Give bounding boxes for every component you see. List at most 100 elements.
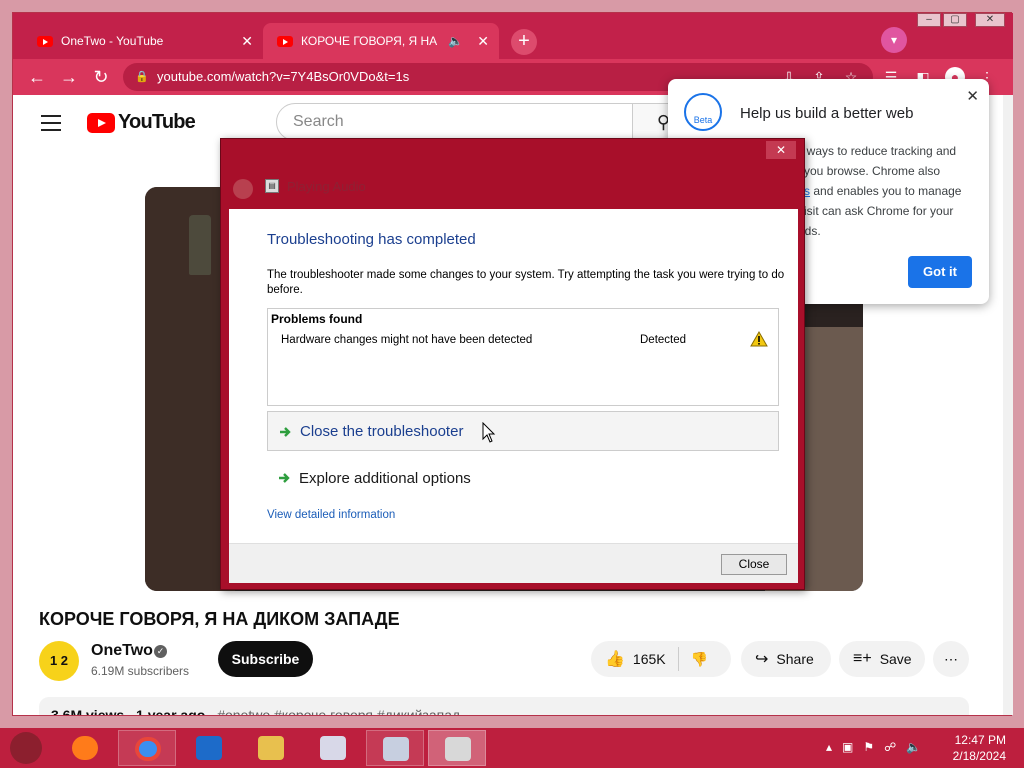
clock-time: 12:47 PM: [954, 733, 1006, 747]
youtube-favicon-icon: [277, 35, 293, 47]
troubleshooter-dialog: ✕ ▤ Playing Audio Troubleshooting has co…: [220, 138, 805, 590]
new-tab-button[interactable]: +: [511, 29, 537, 55]
chrome-taskbar-icon[interactable]: [118, 730, 176, 766]
hashtags[interactable]: #onetwo #короче говоря #дикийзапад: [217, 707, 460, 715]
resource-monitor-taskbar-icon[interactable]: [366, 730, 424, 766]
problem-description: Hardware changes might not have been det…: [281, 334, 533, 346]
dialog-caption: Playing Audio: [287, 179, 366, 194]
page-scrollbar[interactable]: [1003, 95, 1013, 715]
problems-list: Problems found Hardware changes might no…: [267, 308, 779, 406]
subscriber-count: 6.19M subscribers: [91, 664, 190, 678]
more-actions-button[interactable]: ⋯: [933, 641, 969, 677]
tab-onetwo[interactable]: OneTwo - YouTube ✕: [23, 23, 263, 59]
thumbs-up-icon[interactable]: 👍: [605, 649, 625, 669]
tab-close-icon[interactable]: ✕: [241, 33, 253, 50]
troubleshooter-taskbar-icon[interactable]: [428, 730, 486, 766]
video-title: КОРОЧЕ ГОВОРЯ, Я НА ДИКОМ ЗАПАДЕ: [39, 609, 400, 629]
window-close-button[interactable]: ✕: [975, 13, 1005, 27]
search-input[interactable]: Search: [276, 103, 633, 141]
monitor-chart-icon: [383, 737, 409, 761]
like-dislike-group: 👍 165K 👎: [591, 641, 731, 677]
back-arrow-icon[interactable]: [233, 179, 253, 199]
close-icon[interactable]: ✕: [966, 87, 979, 105]
dialog-close-icon[interactable]: ✕: [766, 141, 796, 159]
like-count[interactable]: 165K: [633, 651, 666, 667]
like-divider: [677, 647, 679, 671]
firefox-taskbar-icon[interactable]: [56, 730, 114, 766]
view-count: 3.6M views: [51, 707, 125, 715]
save-button[interactable]: ≡+ Save: [839, 641, 925, 677]
channel-name[interactable]: OneTwo: [91, 642, 153, 660]
youtube-play-icon: [87, 112, 115, 133]
clock[interactable]: 12:47 PM 2/18/2024: [953, 732, 1006, 764]
description-box[interactable]: 3.6M views 1 year ago #onetwo #короче го…: [39, 697, 969, 715]
system-tray: ▴ ▣ ⚑ ☍ 🔈: [826, 740, 921, 754]
beta-flask-icon: Beta: [684, 93, 722, 131]
troubleshooter-icon: [445, 737, 471, 761]
view-details-link[interactable]: View detailed information: [267, 509, 395, 521]
network-icon[interactable]: ☍: [884, 740, 896, 754]
popup-title: Help us build a better web: [740, 105, 914, 122]
dialog-footer: Close: [229, 543, 798, 583]
minimize-button[interactable]: –: [917, 13, 941, 27]
green-arrow-icon: [280, 427, 291, 437]
dialog-message: The troubleshooter made some changes to …: [267, 269, 785, 296]
close-troubleshooter-link[interactable]: Close the troubleshooter: [267, 411, 779, 451]
tab-strip: OneTwo - YouTube ✕ КОРОЧЕ ГОВОРЯ, Я НА Д…: [13, 13, 1013, 59]
reload-icon[interactable]: ↻: [89, 65, 113, 89]
more-horizontal-icon: ⋯: [944, 650, 958, 667]
tab-video[interactable]: КОРОЧЕ ГОВОРЯ, Я НА ДИК 🔈 ✕: [263, 23, 499, 59]
popup-body-line-2: as you browse. Chrome also: [788, 164, 941, 178]
dialog-content: Troubleshooting has completed The troubl…: [229, 209, 798, 543]
youtube-logo[interactable]: YouTube: [87, 111, 196, 134]
share-arrow-icon: ↪: [755, 651, 769, 668]
clock-date: 2/18/2024: [952, 749, 1006, 763]
explore-options-label: Explore additional options: [299, 469, 471, 487]
thumbs-down-icon[interactable]: 👎: [691, 651, 708, 668]
close-troubleshooter-label: Close the troubleshooter: [300, 422, 464, 440]
youtube-logo-text: YouTube: [118, 111, 196, 133]
youtube-favicon-icon: [37, 35, 53, 47]
tab-search-icon[interactable]: ▾: [881, 27, 907, 53]
outlook-icon: [196, 736, 222, 760]
popup-body-line-3: and enables you to manage: [810, 184, 962, 198]
file-explorer-taskbar-icon[interactable]: [242, 730, 300, 766]
upload-age: 1 year ago: [136, 707, 206, 715]
tray-overflow-icon[interactable]: ▴: [826, 740, 832, 754]
url-text: youtube.com/watch?v=7Y4BsOr0VDo&t=1s: [157, 69, 410, 84]
tab-label: OneTwo - YouTube: [61, 34, 164, 48]
start-button[interactable]: [10, 732, 42, 764]
mouse-cursor-icon: [482, 422, 496, 443]
verified-check-icon: ✓: [154, 645, 167, 658]
firefox-icon: [72, 736, 98, 760]
share-label: Share: [776, 651, 814, 667]
got-it-button[interactable]: Got it: [908, 256, 972, 288]
back-icon[interactable]: ←: [25, 65, 49, 89]
troubleshooter-app-icon: ▤: [265, 179, 279, 193]
control-panel-taskbar-icon[interactable]: [304, 730, 362, 766]
popup-body-line-1: ew ways to reduce tracking and: [788, 144, 957, 158]
explore-options-link[interactable]: Explore additional options: [267, 458, 779, 498]
problems-header: Problems found: [271, 312, 363, 326]
forward-icon[interactable]: →: [57, 65, 81, 89]
dialog-heading: Troubleshooting has completed: [267, 231, 476, 248]
tab-label: КОРОЧЕ ГОВОРЯ, Я НА ДИК: [301, 34, 440, 48]
flag-icon[interactable]: ⚑: [863, 740, 874, 754]
outlook-taskbar-icon[interactable]: [180, 730, 238, 766]
share-button[interactable]: ↪ Share: [741, 641, 831, 677]
hamburger-menu-icon[interactable]: [41, 115, 61, 131]
subscribe-button[interactable]: Subscribe: [218, 641, 313, 677]
maximize-button[interactable]: ▢: [943, 13, 967, 27]
playlist-add-icon: ≡+: [853, 650, 872, 667]
close-button[interactable]: Close: [721, 554, 787, 575]
lock-icon: 🔒: [135, 71, 149, 83]
popup-body-line-4: u visit can ask Chrome for your: [788, 204, 954, 218]
green-arrow-icon: [279, 473, 290, 483]
warning-icon: [750, 331, 768, 347]
volume-icon[interactable]: 🔈: [906, 740, 921, 754]
avatar[interactable]: 1 2: [39, 641, 79, 681]
speaker-icon[interactable]: 🔈: [448, 34, 463, 48]
tab-close-icon[interactable]: ✕: [477, 33, 489, 50]
network-adapter-icon[interactable]: ▣: [842, 740, 853, 754]
list-item[interactable]: Hardware changes might not have been det…: [268, 331, 778, 351]
